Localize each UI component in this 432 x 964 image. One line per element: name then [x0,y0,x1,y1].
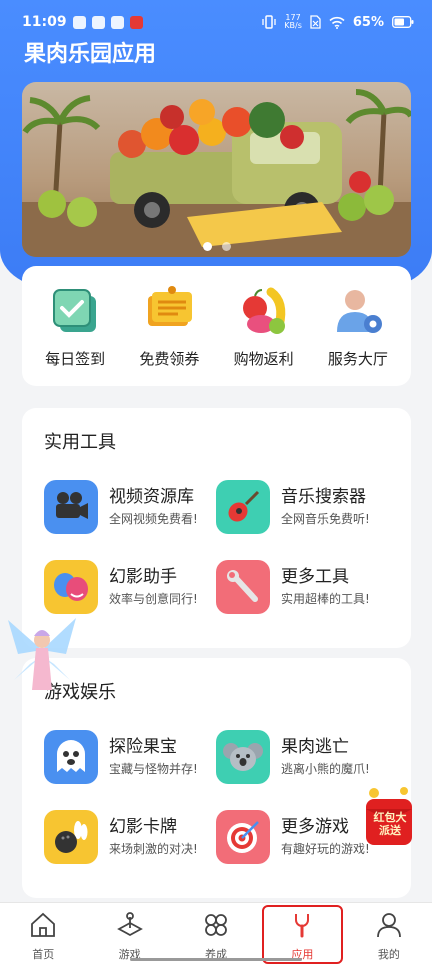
banner-image [22,89,411,257]
target-icon [216,810,270,864]
bottom-tab-bar: 首页 游戏 养成 应用 我的 [0,902,432,964]
video-camera-icon [44,480,98,534]
service-user-icon [336,289,382,333]
ghost-icon [44,730,98,784]
network-speed: 177 KB/s [284,13,302,30]
wrench-icon [216,560,270,614]
tab-games[interactable]: 游戏 [86,903,172,964]
game-description: 有趣好玩的游戏! [281,842,370,856]
profile-icon [376,913,401,938]
banner-dot[interactable] [221,242,231,251]
battery-level: 65% [352,14,384,30]
fruit-basket-icon [242,287,285,334]
game-name: 幻影卡牌 [109,817,177,837]
floating-fairy-widget[interactable] [4,610,80,700]
quick-action-label: 每日签到 [45,349,106,368]
app-notification-icon [91,15,105,29]
home-icon [31,912,56,937]
game-adventure-treasure[interactable]: 探险果宝 宝藏与怪物并存! [44,730,214,784]
page-title: 果肉乐园应用 [24,42,157,67]
home-indicator[interactable] [130,958,302,961]
game-name: 探险果宝 [109,737,177,757]
tool-description: 实用超棒的工具! [281,592,370,606]
tab-label: 首页 [32,948,55,961]
wifi-icon [329,16,345,29]
checkin-icon [53,288,97,332]
floating-red-packet[interactable]: 红包大派送 [360,785,418,849]
clover-icon [205,914,227,936]
tab-nurture[interactable]: 养成 [173,903,259,964]
tool-name: 视频资源库 [109,487,194,507]
quick-actions-card: 每日签到 免费领券 购物返利 服务大厅 [22,266,411,386]
game-description: 宝藏与怪物并存! [109,762,198,776]
quick-action-label: 免费领券 [139,349,200,368]
banner-pagination [22,242,411,251]
game-description: 逃离小熊的魔爪! [281,762,370,776]
no-sim-icon [310,15,321,29]
tool-name: 音乐搜索器 [281,487,366,507]
quick-action-rebate[interactable]: 购物返利 [219,284,309,369]
tab-home[interactable]: 首页 [0,903,86,964]
game-description: 来场刺激的对决! [109,842,198,856]
fairy-icon [8,618,76,690]
battery-icon [392,16,414,28]
masks-icon [44,560,98,614]
koala-icon [216,730,270,784]
tab-label: 我的 [377,948,400,961]
quick-action-label: 服务大厅 [327,349,388,368]
tool-description: 全网音乐免费听! [281,512,370,526]
tool-name: 幻影助手 [109,567,177,587]
quick-action-label: 购物返利 [233,349,294,368]
game-flesh-escape[interactable]: 果肉逃亡 逃离小熊的魔爪! [216,730,386,784]
joystick-icon [116,912,143,937]
tab-apps[interactable]: 应用 [259,903,345,964]
banner-dot[interactable] [202,242,212,251]
quick-action-service[interactable]: 服务大厅 [313,284,403,369]
tool-video-library[interactable]: 视频资源库 全网视频免费看! [44,480,214,534]
tool-music-search[interactable]: 音乐搜索器 全网音乐免费听! [216,480,386,534]
red-packet-text: 红包大派送 [373,811,407,837]
app-notification-icon [110,15,124,29]
tool-description: 效率与创意同行! [109,592,198,606]
game-name: 果肉逃亡 [281,737,349,757]
mail-icon [72,15,86,29]
vibrate-icon [262,15,276,29]
quick-action-checkin[interactable]: 每日签到 [30,284,120,369]
game-phantom-cards[interactable]: 幻影卡牌 来场刺激的对决! [44,810,214,864]
wrench-tab-icon [295,914,310,938]
coupon-icon [148,285,193,326]
tool-name: 更多工具 [281,567,349,587]
status-time: 11:09 [22,14,67,30]
game-name: 更多游戏 [281,817,349,837]
app-notification-icon [129,15,143,29]
tool-description: 全网视频免费看! [109,512,198,526]
section-title: 实用工具 [44,432,116,453]
bowling-icon [44,810,98,864]
games-section: 游戏娱乐 探险果宝 宝藏与怪物并存! 果肉逃亡 逃离小熊的魔爪! 幻影卡牌 来场… [22,658,411,898]
promo-banner[interactable] [22,82,411,257]
guitar-icon [216,480,270,534]
quick-action-coupon[interactable]: 免费领券 [124,284,214,369]
tool-phantom-assistant[interactable]: 幻影助手 效率与创意同行! [44,560,214,614]
tool-more-tools[interactable]: 更多工具 实用超棒的工具! [216,560,386,614]
tools-section: 实用工具 视频资源库 全网视频免费看! 音乐搜索器 全网音乐免费听! 幻影助手 … [22,408,411,648]
tab-profile[interactable]: 我的 [346,903,432,964]
